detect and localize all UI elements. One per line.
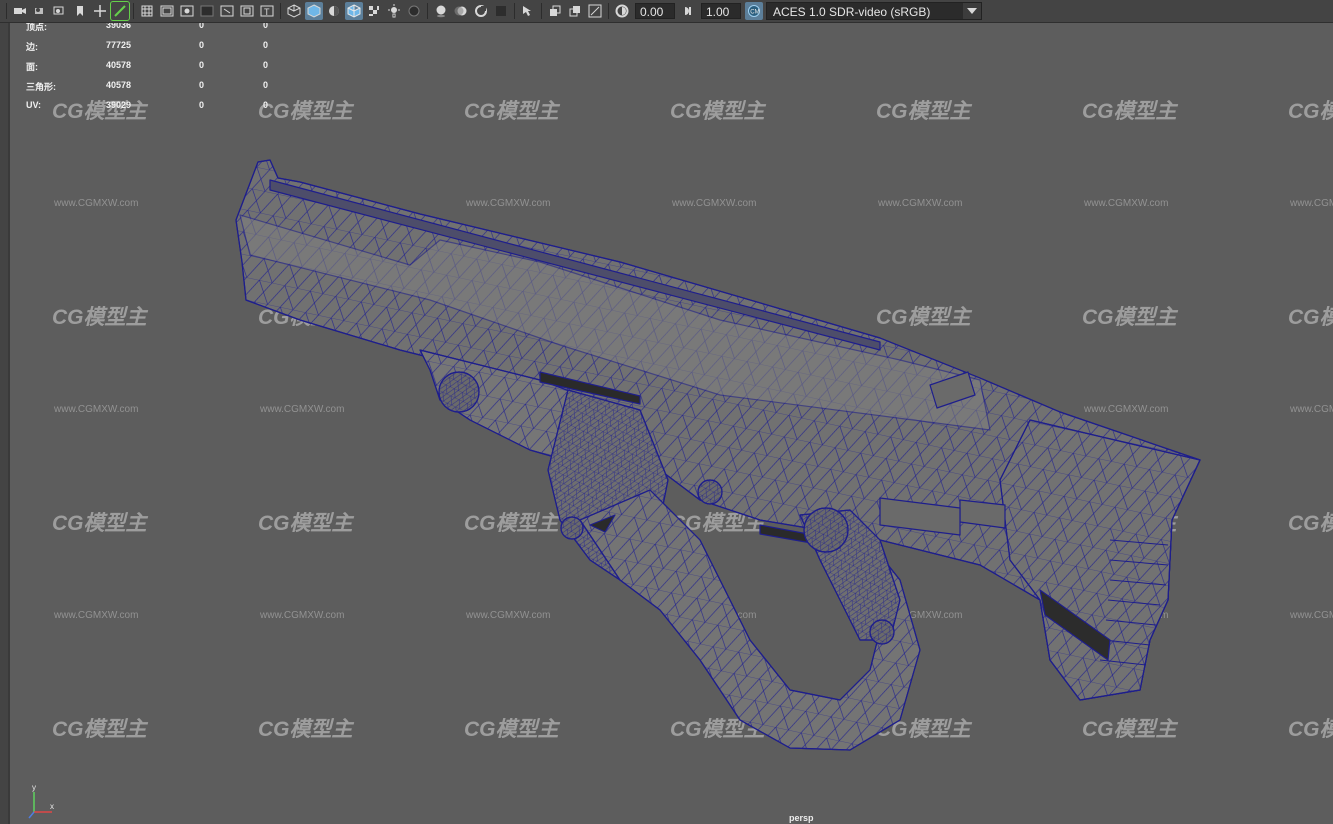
hud-row-vertices: 顶点: 39036 0 0 <box>0 20 300 40</box>
motion-blur-icon[interactable] <box>452 2 470 20</box>
textured-icon[interactable] <box>365 2 383 20</box>
hud-value: 40578 <box>106 60 132 70</box>
hud-row-faces: 面: 40578 0 0 <box>0 60 300 80</box>
grease-pencil-icon[interactable] <box>110 1 130 21</box>
2d-pan-zoom-icon[interactable] <box>91 2 109 20</box>
safe-action-icon[interactable] <box>238 2 256 20</box>
use-all-lights-icon[interactable] <box>385 2 403 20</box>
hud-row-triangles: 三角形: 40578 0 0 <box>0 80 300 100</box>
hud-value: 0 <box>199 40 205 50</box>
exposure-field[interactable]: 0.00 <box>635 3 675 19</box>
view-transform-value: ACES 1.0 SDR-video (sRGB) <box>773 5 931 19</box>
hud-value: 0 <box>199 100 205 110</box>
viewport-left-edge <box>0 0 10 824</box>
field-chart-icon[interactable] <box>218 2 236 20</box>
resolution-gate-icon[interactable] <box>178 2 196 20</box>
axis-y-label: y <box>32 783 36 792</box>
view-transform-dropdown[interactable]: ACES 1.0 SDR-video (sRGB) <box>766 2 982 20</box>
camera-name-label: persp <box>789 813 814 823</box>
image-plane-icon[interactable] <box>71 2 89 20</box>
color-management-icon[interactable]: CM <box>745 2 763 20</box>
camera-attributes-icon[interactable] <box>31 2 49 20</box>
hud-value: 0 <box>199 60 205 70</box>
film-gate-icon[interactable] <box>158 2 176 20</box>
hud-label: 面: <box>26 62 38 72</box>
gamma-icon[interactable] <box>679 2 697 20</box>
hud-value: 0 <box>263 40 269 50</box>
hud-label: UV: <box>26 100 42 110</box>
xray-active-components-icon[interactable] <box>566 2 584 20</box>
hud-value: 40578 <box>106 80 132 90</box>
gate-mask-icon[interactable] <box>198 2 216 20</box>
svg-text:T: T <box>264 7 270 17</box>
xray-joints-icon[interactable] <box>586 2 604 20</box>
grid-icon[interactable] <box>138 2 156 20</box>
hud-value: 39029 <box>106 100 132 110</box>
axis-gizmo: y x <box>28 783 54 819</box>
viewport-panel-toolbar: T 0.00 1.00 CM ACES 1.0 SDR-video (sRGB) <box>0 0 1333 23</box>
bookmarks-icon[interactable] <box>51 2 69 20</box>
xray-icon[interactable] <box>546 2 564 20</box>
hud-label: 三角形: <box>26 82 56 92</box>
smooth-shade-icon[interactable] <box>305 2 323 20</box>
hud-value: 0 <box>199 80 205 90</box>
screen-space-ao-icon[interactable] <box>432 2 450 20</box>
hud-row-edges: 边: 77725 0 0 <box>0 40 300 60</box>
select-camera-icon[interactable] <box>11 2 29 20</box>
axis-x-label: x <box>50 802 54 811</box>
multisample-aa-icon[interactable] <box>472 2 490 20</box>
wireframe-icon[interactable] <box>285 2 303 20</box>
viewport-panel[interactable]: CG模型主CG模型主CG模型主CG模型主CG模型主CG模型主CG模型主CG模型主… <box>0 0 1333 824</box>
gamma-field[interactable]: 1.00 <box>701 3 741 19</box>
safe-title-icon[interactable]: T <box>258 2 276 20</box>
hud-value: 0 <box>263 100 269 110</box>
isolate-select-icon[interactable] <box>519 2 537 20</box>
wireframe-on-shaded-icon[interactable] <box>345 2 363 20</box>
gun-model-wireframe[interactable] <box>0 0 1333 824</box>
hud-value: 0 <box>263 60 269 70</box>
hud-row-uvs: UV: 39029 0 0 <box>0 100 300 120</box>
hud-value: 77725 <box>106 40 132 50</box>
exposure-icon[interactable] <box>613 2 631 20</box>
depth-of-field-icon[interactable] <box>492 2 510 20</box>
svg-text:CM: CM <box>750 10 759 16</box>
chevron-down-icon[interactable] <box>963 3 981 19</box>
default-material-icon[interactable] <box>325 2 343 20</box>
shadows-icon[interactable] <box>405 2 423 20</box>
hud-label: 边: <box>26 42 38 52</box>
hud-value: 0 <box>263 80 269 90</box>
